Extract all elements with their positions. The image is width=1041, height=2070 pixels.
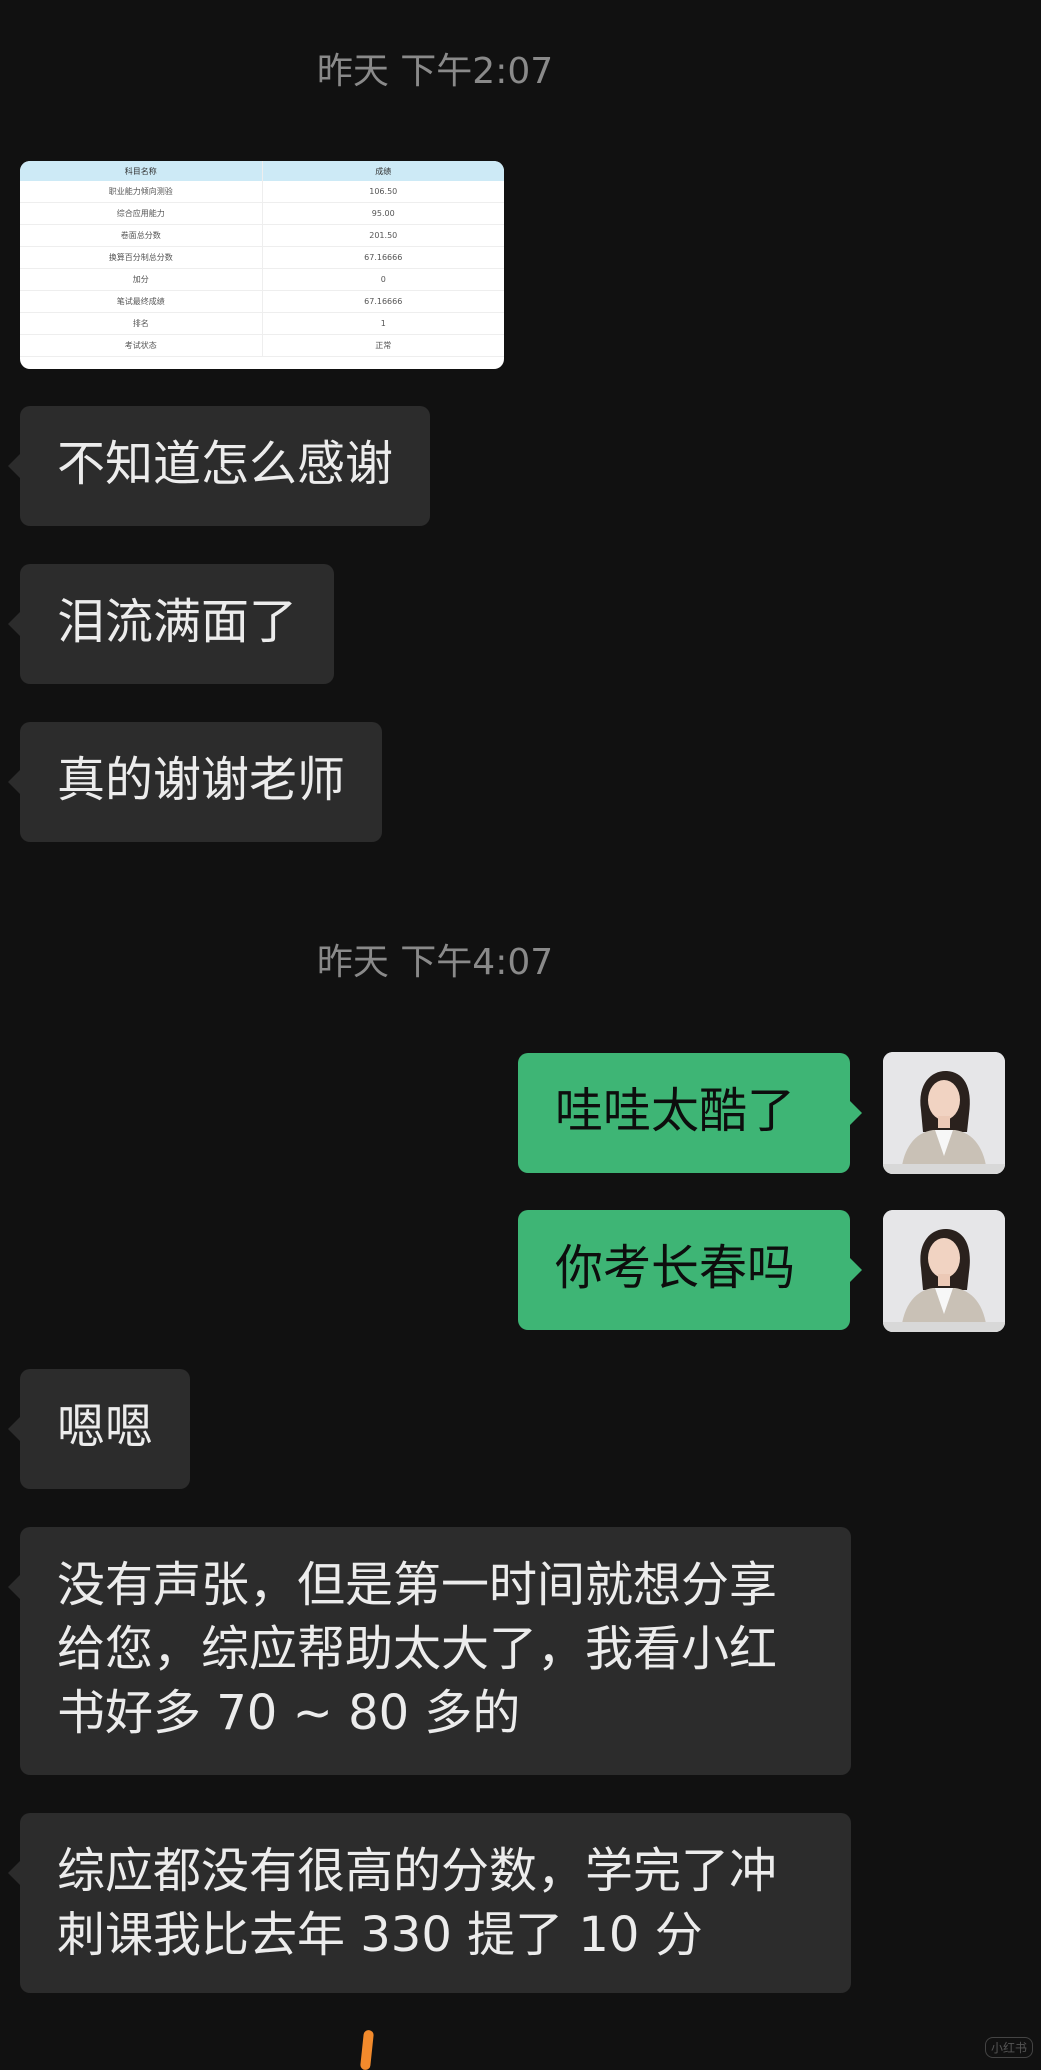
table-row: 笔试最终成绩 67.16666 [20, 290, 504, 313]
message-bubble[interactable]: 真的谢谢老师 [7, 722, 383, 842]
table-cell: 0 [262, 268, 504, 291]
table-row: 卷面总分数 201.50 [20, 224, 504, 247]
table-row: 换算百分制总分数 67.16666 [20, 246, 504, 269]
avatar[interactable] [883, 1210, 1005, 1332]
scribble-mark [359, 2029, 375, 2070]
avatar-portrait-icon [883, 1210, 1005, 1332]
message-bubble[interactable]: 没有声张，但是第一时间就想分享给您，综应帮助太大了，我看小红书好多 70 ~ 8… [8, 1527, 851, 1775]
table-row: 考试状态 正常 [20, 334, 504, 357]
table-cell: 综合应用能力 [20, 202, 263, 225]
table-cell: 67.16666 [262, 290, 504, 313]
table-cell: 笔试最终成绩 [20, 290, 263, 313]
table-cell: 加分 [20, 268, 263, 291]
table-cell: 95.00 [262, 202, 504, 225]
message-bubble[interactable]: 嗯嗯 [7, 1369, 191, 1489]
message-bubble[interactable]: 不知道怎么感谢 [7, 406, 431, 526]
table-cell: 正常 [262, 334, 504, 357]
watermark: 小红书 [984, 2037, 1033, 2058]
timestamp: 昨天 下午2:07 [316, 51, 554, 92]
table-header: 成绩 [262, 161, 504, 181]
table-cell: 考试状态 [20, 334, 263, 357]
score-table: 科目名称 成绩 职业能力倾向测验 106.50 综合应用能力 95.00 卷面总分数… [20, 161, 504, 357]
avatar[interactable] [883, 1052, 1005, 1174]
table-cell: 职业能力倾向测验 [20, 181, 263, 203]
timestamp: 昨天 下午4:07 [316, 942, 554, 983]
avatar-portrait-icon [883, 1052, 1005, 1174]
table-cell: 卷面总分数 [20, 224, 263, 247]
message-bubble-outgoing[interactable]: 哇哇太酷了 [518, 1053, 862, 1173]
table-cell: 106.50 [262, 181, 504, 203]
table-cell: 1 [262, 312, 504, 335]
table-cell: 排名 [20, 312, 263, 335]
message-bubble[interactable]: 泪流满面了 [7, 564, 335, 684]
table-cell: 67.16666 [262, 246, 504, 269]
message-bubble[interactable]: 综应都没有很高的分数，学完了冲刺课我比去年 330 提了 10 分 [8, 1813, 851, 1993]
table-row: 加分 0 [20, 268, 504, 291]
message-bubble-outgoing[interactable]: 你考长春吗 [518, 1210, 862, 1330]
table-row: 职业能力倾向测验 106.50 [20, 181, 504, 203]
table-header: 科目名称 [20, 161, 263, 181]
table-cell: 201.50 [262, 224, 504, 247]
table-cell: 换算百分制总分数 [20, 246, 263, 269]
score-image-message[interactable]: 科目名称 成绩 职业能力倾向测验 106.50 综合应用能力 95.00 卷面总分数… [20, 161, 504, 369]
table-row: 排名 1 [20, 312, 504, 335]
table-row: 综合应用能力 95.00 [20, 202, 504, 225]
